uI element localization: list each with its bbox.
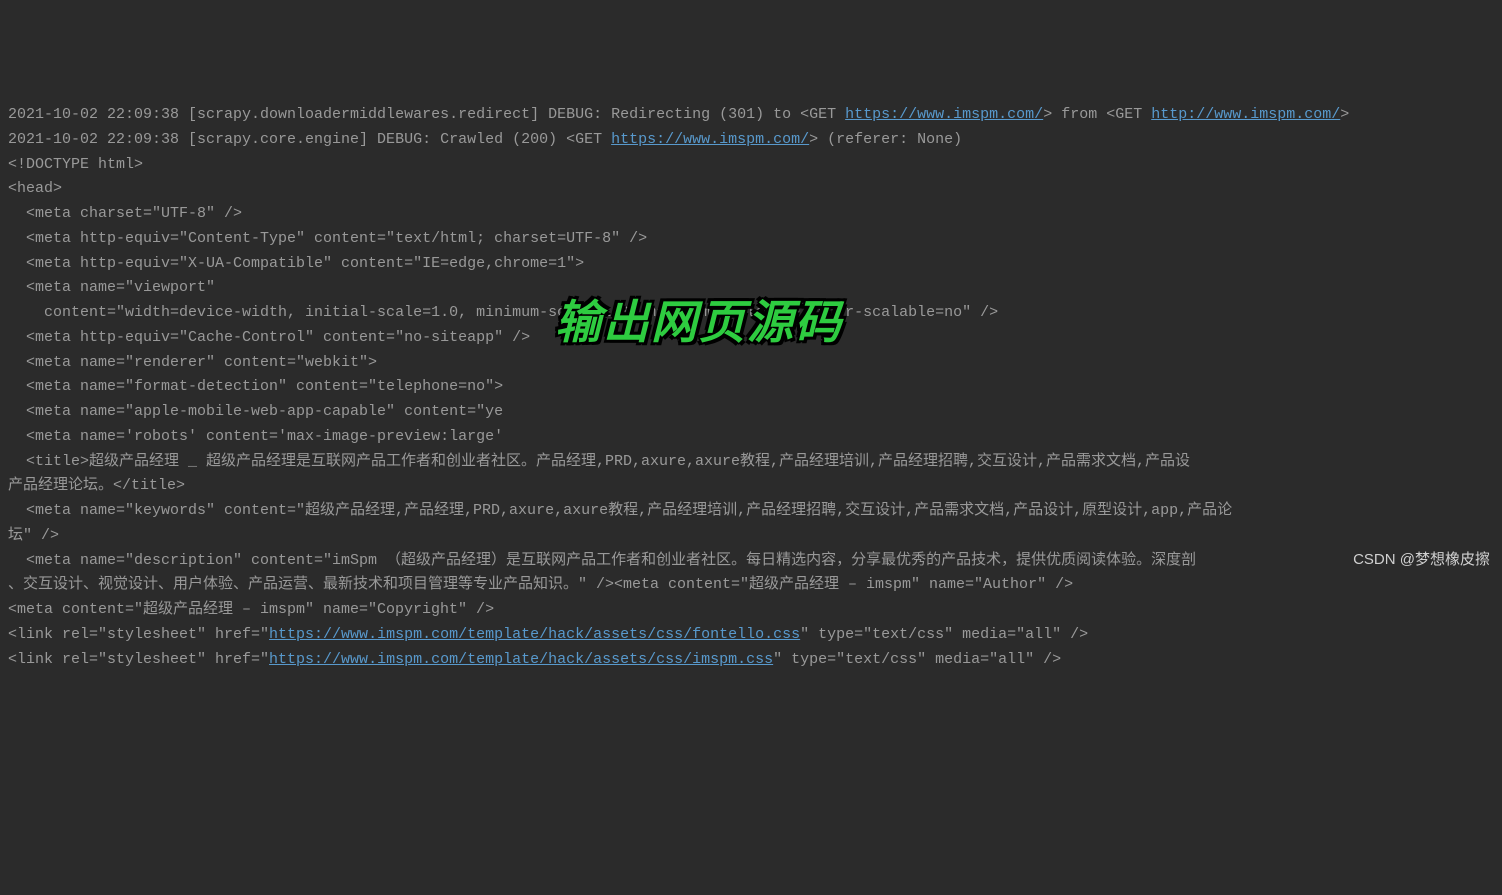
terminal-output: 2021-10-02 22:09:38 [scrapy.downloadermi…	[8, 103, 1494, 672]
html-line: 坛" />	[8, 527, 59, 544]
crawled-url[interactable]: https://www.imspm.com/	[611, 131, 809, 148]
html-line: <link rel="stylesheet" href="https://www…	[8, 651, 1061, 668]
html-line: <!DOCTYPE html>	[8, 156, 143, 173]
html-line: <link rel="stylesheet" href="https://www…	[8, 626, 1088, 643]
html-line: <meta charset="UTF-8" />	[8, 205, 242, 222]
stylesheet-link-1[interactable]: https://www.imspm.com/template/hack/asse…	[269, 626, 800, 643]
html-line: <meta name="format-detection" content="t…	[8, 378, 503, 395]
html-line: <meta name="viewport"	[8, 279, 215, 296]
html-line: <meta name="apple-mobile-web-app-capable…	[8, 403, 503, 420]
html-line: 、交互设计、视觉设计、用户体验、产品运营、最新技术和项目管理等专业产品知识。" …	[8, 576, 1073, 593]
stylesheet-link-2[interactable]: https://www.imspm.com/template/hack/asse…	[269, 651, 773, 668]
html-line: <meta name="description" content="imSpm …	[8, 552, 1196, 569]
html-line: <meta name='robots' content='max-image-p…	[8, 428, 503, 445]
redirect-target-url[interactable]: https://www.imspm.com/	[845, 106, 1043, 123]
log-line-2: 2021-10-02 22:09:38 [scrapy.core.engine]…	[8, 131, 962, 148]
html-line: <title>超级产品经理 _ 超级产品经理是互联网产品工作者和创业者社区。产品…	[8, 453, 1190, 470]
html-line: <meta name="keywords" content="超级产品经理,产品…	[8, 502, 1232, 519]
html-line: <meta http-equiv="Content-Type" content=…	[8, 230, 647, 247]
html-line: 产品经理论坛。</title>	[8, 477, 185, 494]
redirect-source-url[interactable]: http://www.imspm.com/	[1151, 106, 1340, 123]
html-line: <meta content="超级产品经理 – imspm" name="Cop…	[8, 601, 494, 618]
overlay-caption: 输出网页源码	[555, 285, 843, 361]
html-line: <meta http-equiv="X-UA-Compatible" conte…	[8, 255, 584, 272]
html-line: <head>	[8, 180, 62, 197]
log-line-1: 2021-10-02 22:09:38 [scrapy.downloadermi…	[8, 106, 1349, 123]
html-line: <meta http-equiv="Cache-Control" content…	[8, 329, 530, 346]
csdn-watermark: CSDN @梦想橡皮擦	[1353, 548, 1490, 573]
html-line: <meta name="renderer" content="webkit">	[8, 354, 377, 371]
html-line: content="width=device-width, initial-sca…	[8, 304, 998, 321]
